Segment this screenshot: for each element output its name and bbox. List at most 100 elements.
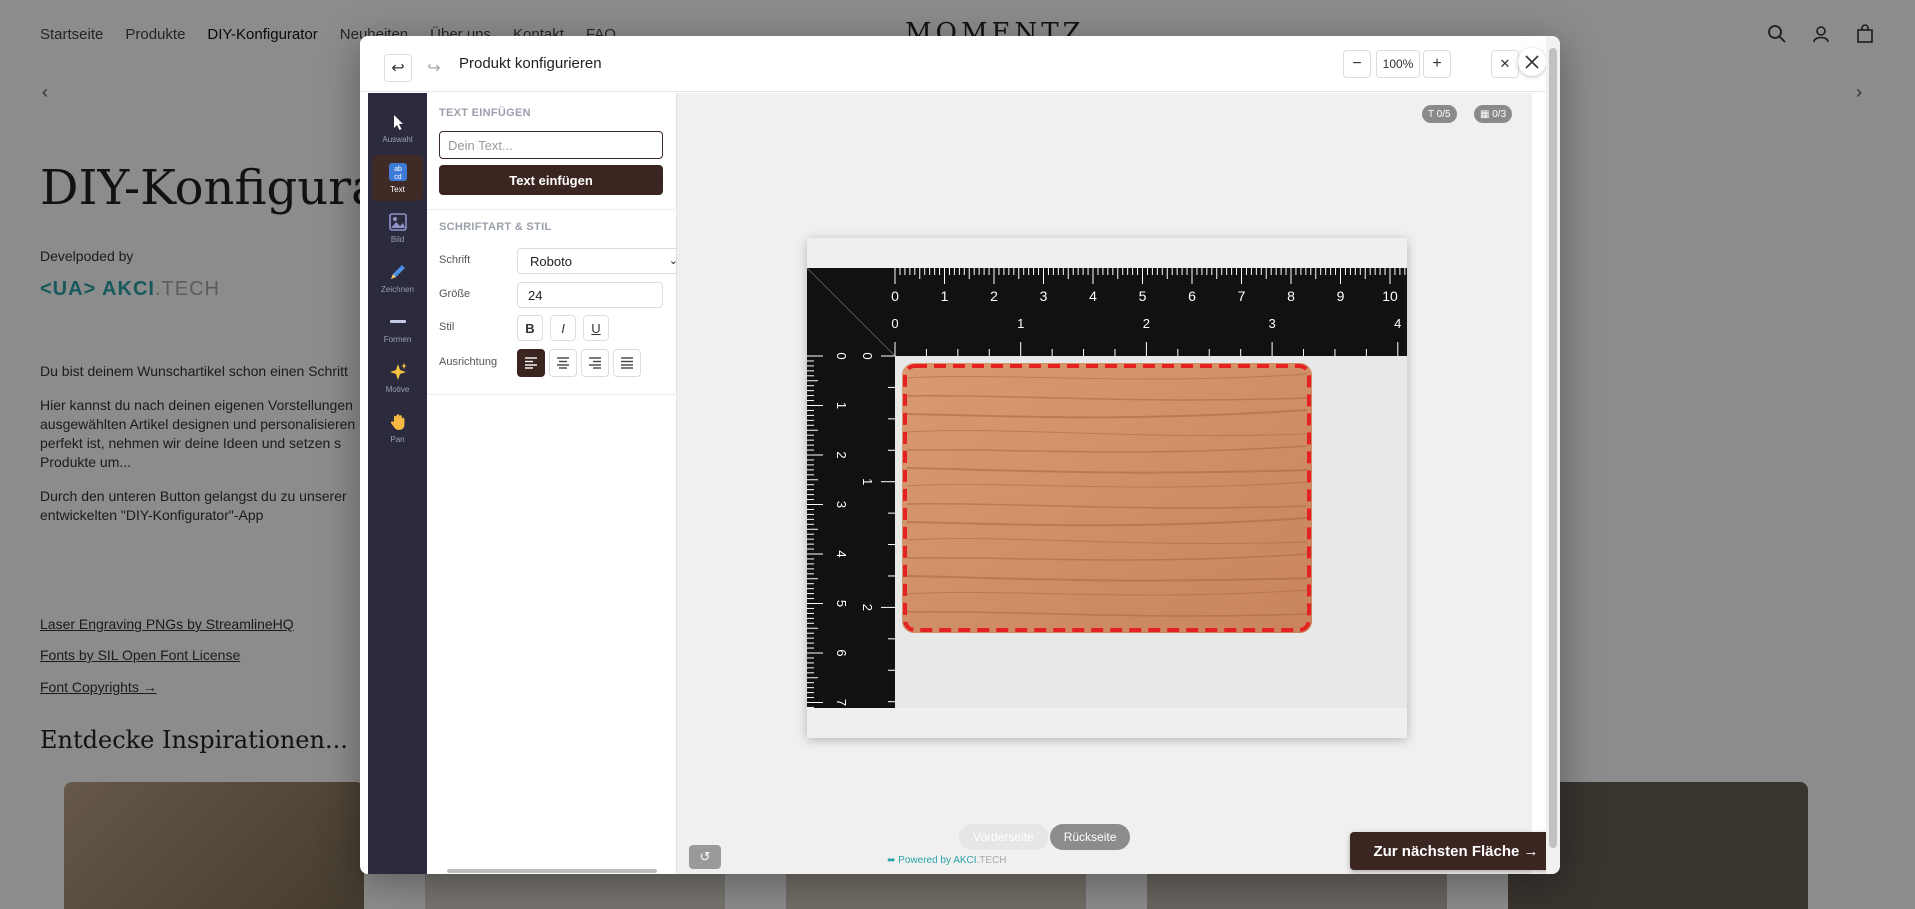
pen-icon — [390, 265, 405, 279]
tool-auswahl[interactable]: Auswahl — [372, 105, 423, 151]
configurator-modal: ↩ ↪ Produkt konfigurieren − 100% + ✕ Aus… — [360, 36, 1560, 874]
ruler-left-cm-label: 2 — [834, 451, 849, 458]
next-surface-button[interactable]: Zur nächsten Fläche → — [1350, 832, 1560, 870]
divider — [427, 394, 677, 395]
ruler-left-cm-label: 3 — [834, 501, 849, 508]
ruler-top-cm-label: 10 — [1382, 288, 1398, 304]
tool-pan[interactable]: Pan — [372, 405, 423, 451]
product-photo-graphic: 0 1 2 3 4 5 6 7 8 9 10 0 1 2 3 4 0 1 2 3 4 5 6 7 0 1 2 — [807, 268, 1407, 708]
italic-button[interactable]: I — [550, 315, 576, 341]
align-center-button[interactable] — [549, 349, 577, 377]
tool-zeichnen[interactable]: Zeichnen — [372, 255, 423, 301]
ruler-top-cm-label: 9 — [1337, 288, 1345, 304]
align-left-button[interactable] — [517, 349, 545, 377]
align-right-button[interactable] — [581, 349, 609, 377]
zoom-in-button[interactable]: + — [1423, 50, 1451, 78]
ruler-left-inch-label: 0 — [860, 352, 875, 359]
ruler-left-cm-label: 5 — [834, 600, 849, 607]
ruler-left-cm-label: 7 — [834, 699, 849, 706]
ruler-top-cm-label: 1 — [941, 288, 949, 304]
font-size-input[interactable]: 24 — [517, 282, 663, 308]
font-style-heading: SCHRIFTART & STIL — [439, 221, 552, 233]
redo-button[interactable]: ↪ — [420, 54, 448, 82]
align-right-icon — [589, 357, 601, 369]
modal-title: Produkt konfigurieren — [459, 55, 602, 72]
tool-bild[interactable]: Bild — [372, 205, 423, 251]
tool-formen[interactable]: Formen — [372, 305, 423, 351]
panel-horizontal-scrollbar[interactable] — [435, 868, 669, 874]
underline-button[interactable]: U — [583, 315, 609, 341]
plus-icon: + — [1432, 55, 1442, 72]
close-icon — [1525, 55, 1539, 69]
close-small-icon: ✕ — [1499, 56, 1511, 71]
ruler-top-inch-label: 1 — [1017, 316, 1024, 331]
text-count-badge: T 0/5 — [1422, 105, 1457, 123]
side-toggle: Vorderseite Rückseite — [959, 824, 1131, 852]
tool-label: Bild — [390, 235, 405, 244]
tool-label: Motive — [385, 385, 410, 394]
ruler-top-cm-label: 4 — [1089, 288, 1097, 304]
ruler-top-cm-label: 7 — [1238, 288, 1246, 304]
powered-by-suffix: .TECH — [976, 855, 1007, 866]
tool-motive[interactable]: Motive — [372, 355, 423, 401]
ruler-left-inch-label: 2 — [860, 604, 875, 611]
modal-close-button[interactable] — [1518, 48, 1546, 76]
alignment-label: Ausrichtung — [439, 356, 498, 368]
undo-button[interactable]: ↩ — [384, 54, 412, 82]
font-select-value: Roboto — [530, 253, 572, 269]
scrollbar-thumb[interactable] — [1549, 48, 1557, 848]
ruler-left-cm-label: 4 — [834, 550, 849, 557]
tool-text[interactable]: ab cd Text — [372, 155, 423, 201]
ruler-top-cm-label: 6 — [1188, 288, 1196, 304]
ruler-top-cm-label: 5 — [1139, 288, 1147, 304]
ruler-top — [807, 268, 1407, 356]
image-icon — [388, 213, 407, 231]
front-side-button[interactable]: Vorderseite — [959, 824, 1048, 850]
reset-canvas-button[interactable]: ↺ — [689, 845, 721, 869]
ruler-top-inch-label: 2 — [1143, 316, 1150, 331]
tool-label: Auswahl — [382, 135, 413, 144]
zoom-level: 100% — [1376, 50, 1420, 78]
back-side-button[interactable]: Rückseite — [1049, 824, 1131, 850]
cursor-icon — [393, 115, 403, 130]
ruler-top-inch-label: 0 — [891, 316, 898, 331]
undo-icon: ↩ — [391, 60, 405, 77]
zoom-out-button[interactable]: − — [1343, 50, 1371, 78]
align-left-icon — [525, 357, 537, 369]
svg-text:cd: cd — [394, 174, 402, 181]
align-center-icon — [557, 357, 569, 369]
fit-view-button[interactable]: ✕ — [1491, 50, 1519, 78]
modal-scrollbar[interactable] — [1546, 36, 1560, 874]
properties-panel: TEXT EINFÜGEN Text einfügen SCHRIFTART &… — [427, 93, 683, 874]
bold-button[interactable]: B — [517, 315, 543, 341]
text-icon: abcd — [388, 163, 407, 181]
tool-label: Zeichnen — [381, 285, 414, 294]
ruler-left — [807, 268, 895, 708]
insert-text-heading: TEXT EINFÜGEN — [439, 107, 531, 119]
insert-text-button[interactable]: Text einfügen — [439, 165, 663, 195]
font-select[interactable]: Roboto ⌄ — [517, 248, 683, 274]
redo-icon: ↪ — [427, 60, 441, 77]
tool-sidebar: Auswahl ab cd Text Bild Zeichnen Formen M… — [368, 93, 427, 874]
ruler-top-cm-label: 8 — [1287, 288, 1295, 304]
powered-by[interactable]: ⬌ Powered by AKCI.TECH — [887, 855, 1007, 866]
ruler-top-cm-label: 3 — [1040, 288, 1048, 304]
powered-by-text: ⬌ Powered by AKCI — [887, 855, 977, 866]
sparkles-icon — [389, 363, 407, 380]
ruler-top-cm-label: 0 — [891, 288, 899, 304]
size-label: Größe — [439, 288, 471, 300]
image-count-badge: ▦ 0/3 — [1474, 105, 1513, 123]
scrollbar-thumb[interactable] — [447, 869, 657, 873]
minus-icon: − — [1352, 55, 1362, 72]
tool-label: Formen — [383, 335, 412, 344]
text-input[interactable] — [439, 131, 663, 159]
tool-label: Text — [390, 185, 405, 194]
product-artboard[interactable]: 0 1 2 3 4 5 6 7 8 9 10 0 1 2 3 4 0 1 2 3 4 5 6 7 0 1 2 — [807, 238, 1407, 738]
ruler-top-inch-label: 4 — [1394, 316, 1401, 331]
divider — [427, 209, 677, 210]
ruler-top-inch-label: 3 — [1268, 316, 1275, 331]
ruler-left-cm-label: 6 — [834, 649, 849, 656]
ruler-left-cm-label: 1 — [834, 402, 849, 409]
align-justify-button[interactable] — [613, 349, 641, 377]
design-canvas[interactable]: T 0/5 ▦ 0/3 0 1 2 3 4 5 6 7 8 9 10 0 1 2 3 4 0 … — [677, 93, 1560, 874]
